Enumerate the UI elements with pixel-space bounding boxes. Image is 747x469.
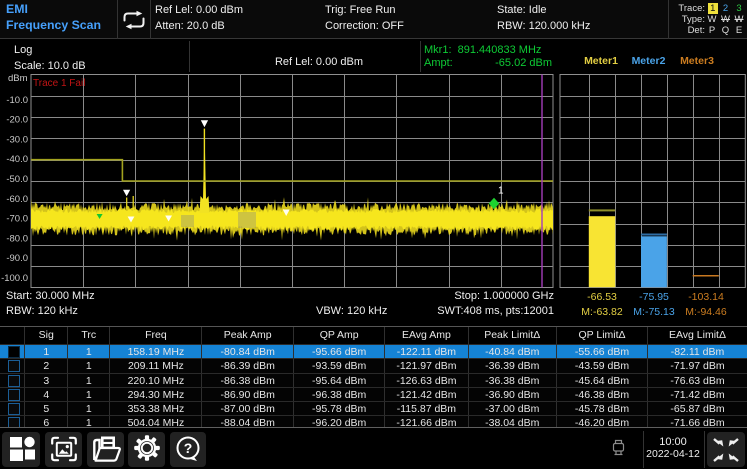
svg-text:-70.0: -70.0 <box>6 214 28 225</box>
svg-text:-30.0: -30.0 <box>6 134 28 145</box>
svg-text:-90.0: -90.0 <box>6 253 28 264</box>
svg-text:-80.0: -80.0 <box>6 233 28 244</box>
svg-text:-20.0: -20.0 <box>6 115 28 126</box>
svg-text:-60.0: -60.0 <box>6 194 28 205</box>
svg-text:-40.0: -40.0 <box>6 154 28 165</box>
svg-text:-10.0: -10.0 <box>6 95 28 106</box>
svg-text:1: 1 <box>498 186 504 197</box>
svg-text:-100.0: -100.0 <box>1 273 28 284</box>
svg-text:?: ? <box>184 440 193 456</box>
svg-text:-50.0: -50.0 <box>6 174 28 185</box>
